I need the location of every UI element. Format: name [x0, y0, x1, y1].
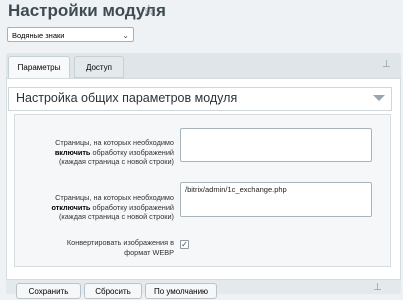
tab-access[interactable]: Доступ [74, 56, 124, 78]
webp-label: Конвертировать изображения в формат WEBP [66, 238, 174, 257]
pin-icon[interactable]: ⊥ [382, 59, 391, 70]
pin-icon[interactable]: ⊥ [373, 282, 382, 293]
reset-button[interactable]: Сбросить [84, 283, 142, 299]
default-button[interactable]: По умолчанию [145, 283, 217, 299]
webp-checkbox[interactable]: ✓ [180, 240, 189, 249]
include-pages-label: Страницы, на которых необходимо включить… [54, 138, 174, 166]
exclude-pages-label: Страницы, на которых необходимо отключит… [51, 193, 174, 221]
exclude-pages-textarea[interactable]: /bitrix/admin/1c_exchange.php [180, 182, 372, 217]
collapse-arrow-icon[interactable] [373, 95, 385, 101]
site-select[interactable]: Водяные знаки ⌄ [7, 27, 134, 42]
chevron-down-icon: ⌄ [122, 31, 129, 40]
star-icon[interactable]: ☆ [142, 1, 155, 21]
include-pages-textarea[interactable] [180, 128, 372, 162]
tab-parameters[interactable]: Параметры [8, 56, 70, 78]
save-button[interactable]: Сохранить [16, 283, 81, 299]
checkmark-icon: ✓ [181, 240, 188, 249]
site-select-value: Водяные знаки [12, 31, 65, 40]
section-title: Настройка общих параметров модуля [16, 91, 238, 105]
